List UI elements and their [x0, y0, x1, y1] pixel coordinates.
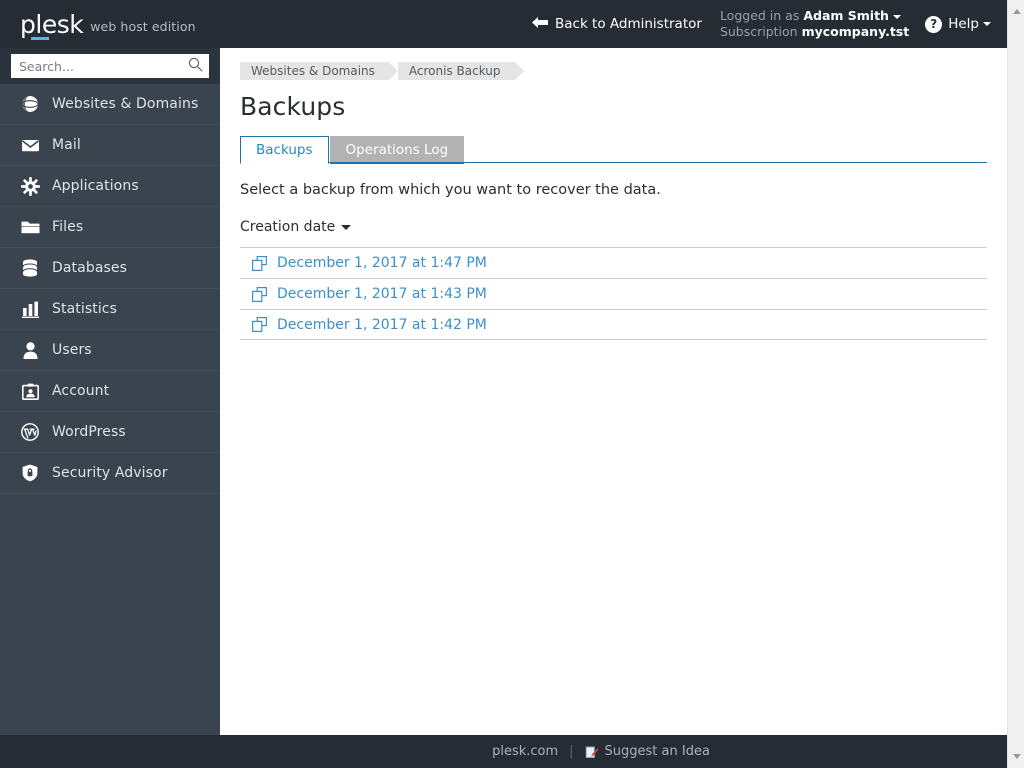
logged-in-as-label: Logged in as [719, 8, 800, 23]
tab-label: Operations Log [345, 142, 449, 158]
sidebar-item-users[interactable]: Users [0, 330, 220, 371]
sidebar-item-label: Mail [52, 137, 81, 153]
list-item[interactable]: December 1, 2017 at 1:43 PM [240, 278, 987, 309]
sidebar-item-security-advisor[interactable]: Security Advisor [0, 453, 220, 494]
top-header: plesk web host edition Back to Administr… [0, 0, 1007, 48]
search-input[interactable] [19, 58, 188, 74]
page-title: Backups [240, 92, 346, 121]
sidebar-item-databases[interactable]: Databases [0, 248, 220, 289]
shield-icon [19, 462, 41, 484]
user-name-menu[interactable]: Adam Smith [803, 8, 901, 23]
breadcrumb-item-websites-domains[interactable]: Websites & Domains [240, 62, 398, 80]
sidebar-item-websites-domains[interactable]: Websites & Domains [0, 84, 220, 125]
plesk-app-window: plesk web host edition Back to Administr… [0, 0, 1007, 768]
subscription-row: Subscription mycompany.tst [720, 24, 909, 40]
logo-text: plesk [20, 9, 84, 39]
sidebar-item-label: Statistics [52, 301, 117, 317]
user-name-label: Adam Smith [803, 8, 889, 23]
envelope-icon [19, 134, 41, 156]
help-label: Help [948, 16, 979, 32]
main-content: Websites & Domains Acronis Backup Backup… [220, 48, 1007, 735]
sidebar-item-wordpress[interactable]: WordPress [0, 412, 220, 453]
sidebar-item-statistics[interactable]: Statistics [0, 289, 220, 330]
sidebar-item-label: Applications [52, 178, 139, 194]
sidebar-item-mail[interactable]: Mail [0, 125, 220, 166]
backup-date-link[interactable]: December 1, 2017 at 1:42 PM [277, 317, 487, 333]
backup-date-link[interactable]: December 1, 2017 at 1:47 PM [277, 255, 487, 271]
question-mark-icon: ? [925, 15, 943, 33]
database-icon [19, 257, 41, 279]
back-to-administrator-label: Back to Administrator [554, 16, 702, 32]
subscription-value[interactable]: mycompany.tst [802, 24, 910, 39]
logo-edition-label: web host edition [90, 19, 196, 34]
chevron-down-icon [341, 224, 352, 230]
breadcrumb: Websites & Domains Acronis Backup [240, 62, 1007, 80]
list-item[interactable]: December 1, 2017 at 1:47 PM [240, 247, 987, 278]
breadcrumb-label: Acronis Backup [408, 64, 501, 78]
sidebar-item-account[interactable]: Account [0, 371, 220, 412]
stacked-windows-icon [251, 255, 267, 271]
sidebar-item-applications[interactable]: Applications [0, 166, 220, 207]
id-card-icon [19, 380, 41, 402]
sidebar-item-label: Account [52, 383, 110, 399]
sidebar-item-label: Databases [52, 260, 127, 276]
backup-date-link[interactable]: December 1, 2017 at 1:43 PM [277, 286, 487, 302]
wordpress-icon [19, 421, 41, 443]
sidebar-item-label: Users [52, 342, 92, 358]
bar-chart-icon [19, 298, 41, 320]
tab-label: Backups [256, 142, 313, 158]
sidebar-item-label: Files [52, 219, 84, 235]
suggest-an-idea-link[interactable]: Suggest an Idea [605, 744, 710, 759]
sort-bar: Creation date [240, 216, 987, 238]
back-to-administrator-link[interactable]: Back to Administrator [531, 15, 702, 33]
subscription-label: Subscription [719, 24, 798, 39]
breadcrumb-label: Websites & Domains [251, 64, 375, 78]
folder-icon [19, 216, 41, 238]
plesk-com-link[interactable]: plesk.com [492, 744, 558, 759]
user-icon [19, 339, 41, 361]
logged-in-row: Logged in as Adam Smith [720, 8, 909, 24]
vertical-scrollbar[interactable] [1007, 0, 1024, 768]
page-footer: plesk.com | Suggest an Idea [0, 735, 1007, 768]
list-item[interactable]: December 1, 2017 at 1:42 PM [240, 309, 987, 340]
search-box[interactable] [11, 54, 209, 78]
back-arrow-icon [531, 16, 548, 33]
intro-text: Select a backup from which you want to r… [240, 182, 661, 198]
header-right-group: Back to Administrator Logged in as Adam … [220, 0, 1007, 48]
search-icon[interactable] [188, 57, 203, 76]
backup-list: December 1, 2017 at 1:47 PM December 1, … [240, 247, 987, 340]
sort-by-creation-date[interactable]: Creation date [240, 219, 352, 235]
globe-icon [19, 93, 41, 115]
tab-operations-log[interactable]: Operations Log [329, 136, 465, 164]
tab-bar: Backups Operations Log [240, 135, 987, 164]
sidebar-item-files[interactable]: Files [0, 207, 220, 248]
sidebar-item-label: Security Advisor [52, 465, 168, 481]
sidebar-nav: Websites & Domains Mail [0, 48, 220, 735]
footer-separator: | [569, 744, 574, 759]
sort-label: Creation date [240, 219, 336, 235]
sidebar-item-label: WordPress [52, 424, 126, 440]
chevron-down-icon [892, 14, 901, 19]
footer-links: plesk.com | Suggest an Idea [492, 744, 710, 759]
help-menu[interactable]: ? Help [925, 15, 991, 33]
breadcrumb-item-acronis-backup[interactable]: Acronis Backup [397, 62, 524, 80]
sidebar-search-zone [0, 48, 220, 84]
stacked-windows-icon [251, 317, 267, 333]
stacked-windows-icon [251, 286, 267, 302]
gear-icon [19, 175, 41, 197]
scroll-up-arrow-icon[interactable] [1008, 3, 1024, 20]
scroll-down-arrow-icon[interactable] [1008, 748, 1024, 765]
sidebar-item-label: Websites & Domains [52, 96, 199, 112]
login-info-block: Logged in as Adam Smith Subscription myc… [720, 8, 909, 40]
logo-wordmark: plesk [20, 9, 84, 40]
pencil-note-icon [585, 745, 599, 759]
chevron-down-icon [983, 22, 991, 26]
plesk-logo[interactable]: plesk web host edition [0, 0, 220, 48]
tab-backups[interactable]: Backups [240, 136, 329, 164]
logo-underline-accent [31, 36, 49, 40]
